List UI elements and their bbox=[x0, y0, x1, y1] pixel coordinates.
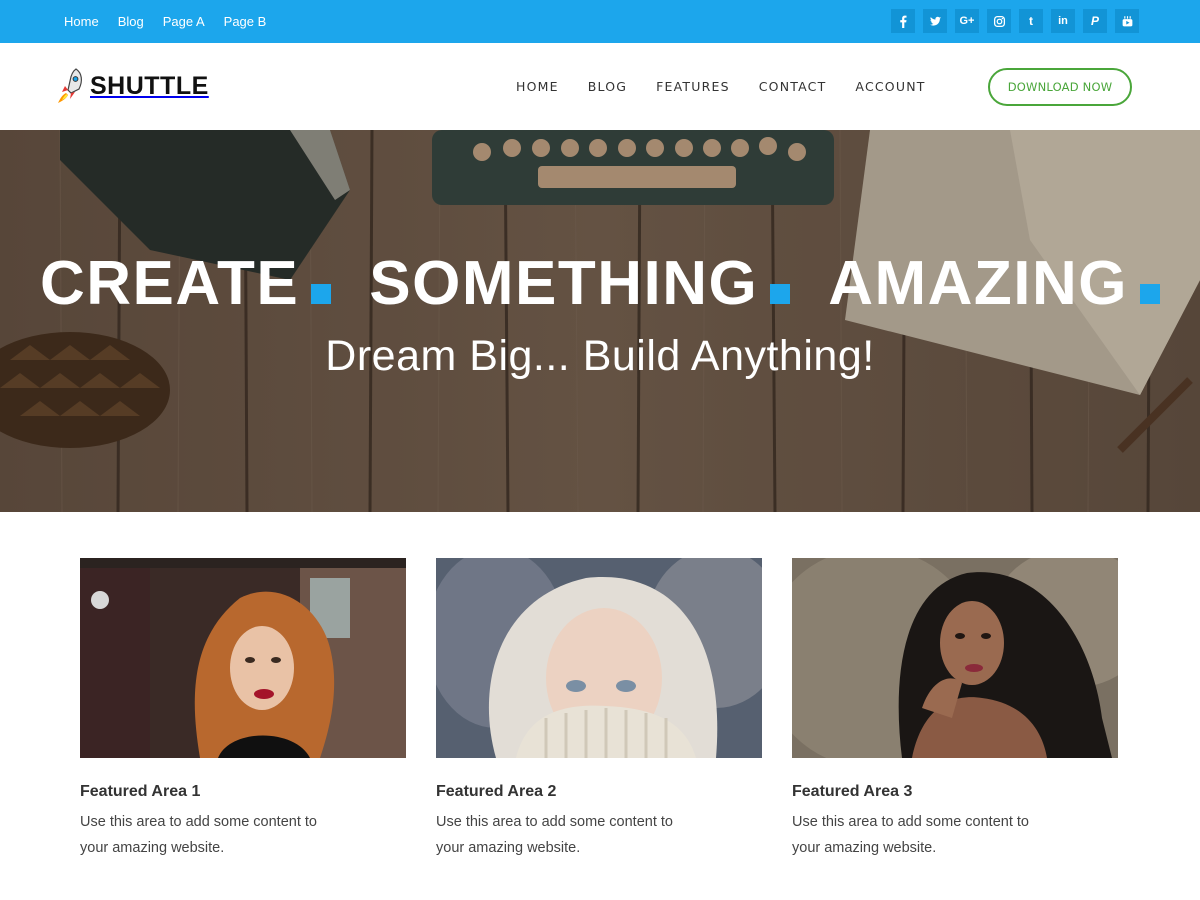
download-now-button[interactable]: DOWNLOAD NOW bbox=[988, 68, 1132, 106]
site-logo[interactable]: SHUTTLE bbox=[52, 65, 209, 107]
google-plus-icon[interactable]: G+ bbox=[955, 9, 979, 33]
site-header: SHUTTLE HOME BLOG FEATURES CONTACT ACCOU… bbox=[0, 43, 1200, 130]
featured-area-2: Featured Area 2 Use this area to add som… bbox=[436, 558, 762, 861]
portrait-photo bbox=[436, 558, 762, 758]
instagram-icon[interactable] bbox=[987, 9, 1011, 33]
nav-blog[interactable]: BLOG bbox=[588, 79, 627, 94]
social-links: G+ t in P bbox=[891, 9, 1139, 33]
top-nav-page-b[interactable]: Page B bbox=[224, 14, 267, 29]
featured-area-1: Featured Area 1 Use this area to add som… bbox=[80, 558, 406, 861]
youtube-icon[interactable] bbox=[1115, 9, 1139, 33]
hero-title-word: AMAZING bbox=[828, 249, 1129, 318]
featured-image-3[interactable] bbox=[792, 558, 1118, 758]
rocket-icon bbox=[58, 68, 82, 103]
nav-features[interactable]: FEATURES bbox=[656, 79, 730, 94]
nav-account[interactable]: ACCOUNT bbox=[855, 79, 925, 94]
tumblr-icon[interactable]: t bbox=[1019, 9, 1043, 33]
accent-square bbox=[311, 284, 332, 304]
portrait-photo bbox=[792, 558, 1118, 758]
featured-title-1: Featured Area 1 bbox=[80, 783, 201, 800]
hero-background-image bbox=[0, 130, 1200, 512]
nav-contact[interactable]: CONTACT bbox=[759, 79, 827, 94]
featured-image-2[interactable] bbox=[436, 558, 762, 758]
featured-area-3: Featured Area 3 Use this area to add som… bbox=[792, 558, 1118, 861]
hero-title: CREATE SOMETHING AMAZING bbox=[0, 248, 1200, 319]
accent-square bbox=[1140, 284, 1161, 304]
featured-text-1: Use this area to add some content to you… bbox=[80, 814, 317, 856]
featured-title-2: Featured Area 2 bbox=[436, 783, 557, 800]
top-nav-page-a[interactable]: Page A bbox=[163, 14, 205, 29]
featured-text-2: Use this area to add some content to you… bbox=[436, 814, 673, 856]
accent-square bbox=[770, 284, 791, 304]
top-bar: Home Blog Page A Page B G+ t in P bbox=[0, 0, 1200, 43]
portrait-photo bbox=[80, 558, 406, 758]
top-nav-blog[interactable]: Blog bbox=[118, 14, 144, 29]
logo-text: SHUTTLE bbox=[90, 71, 209, 100]
featured-title-3: Featured Area 3 bbox=[792, 783, 913, 800]
top-nav: Home Blog Page A Page B bbox=[64, 0, 266, 43]
featured-text-3: Use this area to add some content to you… bbox=[792, 814, 1029, 856]
hero-subtitle: Dream Big... Build Anything! bbox=[325, 332, 875, 380]
linkedin-icon[interactable]: in bbox=[1051, 9, 1075, 33]
hero-title-word: SOMETHING bbox=[369, 249, 759, 318]
facebook-icon[interactable] bbox=[891, 9, 915, 33]
twitter-icon[interactable] bbox=[923, 9, 947, 33]
featured-image-1[interactable] bbox=[80, 558, 406, 758]
top-nav-home[interactable]: Home bbox=[64, 14, 99, 29]
main-nav: HOME BLOG FEATURES CONTACT ACCOUNT bbox=[516, 43, 926, 130]
nav-home[interactable]: HOME bbox=[516, 79, 559, 94]
hero-banner: CREATE SOMETHING AMAZING Dream Big... Buil… bbox=[0, 130, 1200, 512]
hero-title-word: CREATE bbox=[39, 249, 300, 318]
paypal-icon[interactable]: P bbox=[1083, 9, 1107, 33]
